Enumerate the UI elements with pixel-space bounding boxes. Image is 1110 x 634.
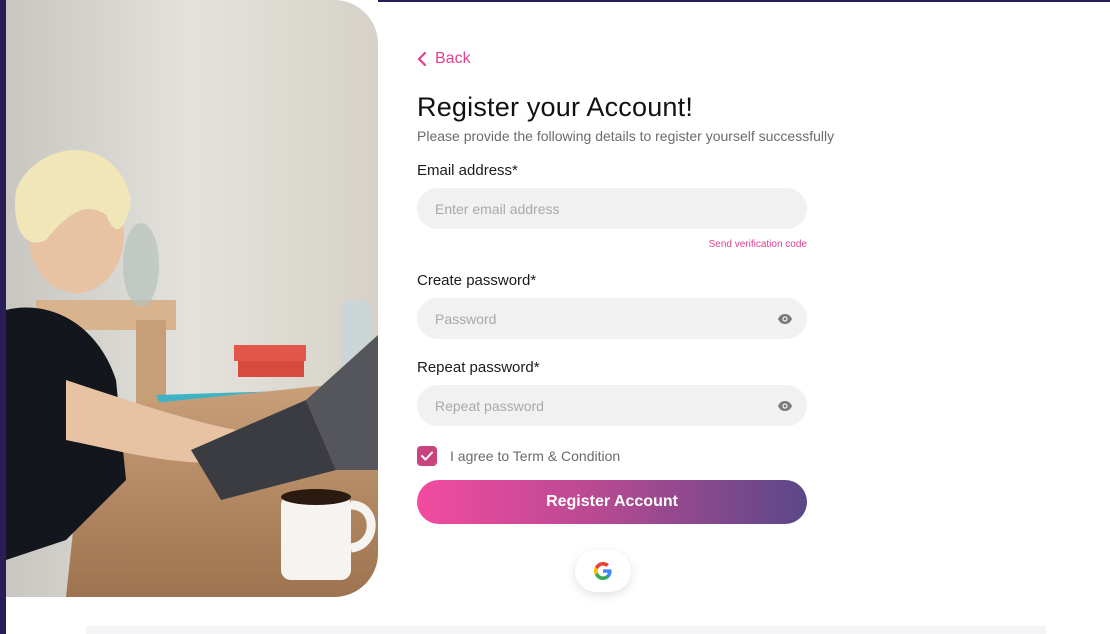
show-password-icon [778, 313, 792, 324]
create-password-label: Create password* [417, 272, 537, 289]
back-link[interactable]: Back [417, 50, 471, 68]
repeat-password-field-wrapper [417, 385, 807, 426]
email-field[interactable] [417, 188, 807, 229]
register-account-button[interactable]: Register Account [417, 480, 807, 524]
register-card: Back Register your Account! Please provi… [6, 0, 1110, 634]
back-label: Back [435, 50, 471, 67]
password-field-wrapper [417, 298, 807, 339]
hero-photo-illustration [6, 0, 378, 597]
repeat-password-label: Repeat password* [417, 359, 540, 376]
chevron-left-icon [417, 52, 427, 66]
password-field[interactable] [417, 298, 777, 339]
page-subtitle: Please provide the following details to … [417, 128, 835, 144]
page-title: Register your Account! [417, 92, 694, 122]
email-field-wrapper [417, 188, 807, 229]
send-verification-code-link[interactable]: Send verification code [417, 239, 807, 250]
hero-photo [6, 0, 378, 597]
show-repeat-password-icon [778, 400, 792, 411]
top-border [378, 0, 1110, 2]
terms-checkbox[interactable] [417, 446, 437, 466]
google-signin-button[interactable] [575, 550, 631, 592]
repeat-password-field[interactable] [417, 385, 777, 426]
eye-icon[interactable] [777, 311, 793, 327]
check-icon [421, 451, 433, 461]
eye-icon[interactable] [777, 398, 793, 414]
terms-label: I agree to Term & Condition [450, 448, 621, 464]
google-icon [594, 562, 612, 580]
terms-agreement: I agree to Term & Condition [417, 446, 620, 466]
email-label: Email address* [417, 162, 518, 179]
footer-divider [86, 626, 1046, 634]
